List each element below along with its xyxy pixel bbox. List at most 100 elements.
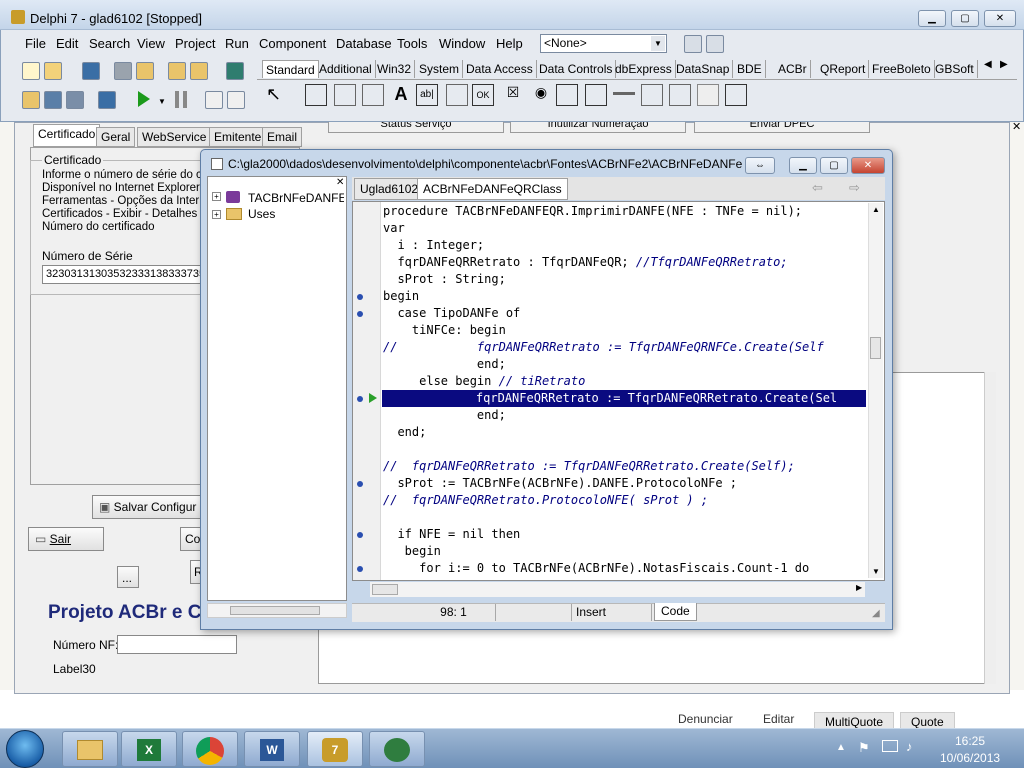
editor-close-button[interactable]: ✕: [851, 157, 885, 174]
tab-code[interactable]: Code: [654, 603, 697, 621]
start-button[interactable]: [6, 730, 44, 768]
code-line[interactable]: // fqrDANFeQRRetrato.ProtocoloNFE( sProt…: [383, 492, 708, 509]
run-icon[interactable]: [138, 91, 150, 107]
tab-webservice[interactable]: WebService: [137, 127, 212, 147]
denunciar-link[interactable]: Denunciar: [678, 712, 733, 726]
view-form-icon[interactable]: [44, 91, 62, 109]
clock-time[interactable]: 16:25: [955, 734, 985, 748]
scroll-up-icon[interactable]: ▲: [872, 205, 880, 214]
menu-search[interactable]: Search: [89, 36, 130, 51]
code-line[interactable]: begin: [383, 543, 441, 560]
editor-minimize-button[interactable]: ▁: [789, 157, 817, 174]
word-taskbar-button[interactable]: W: [244, 731, 300, 767]
save-desktop-icon[interactable]: [684, 35, 702, 53]
back-icon[interactable]: ⇦: [812, 180, 823, 196]
palette-tab-freeboleto[interactable]: FreeBoleto: [869, 60, 935, 78]
code-line[interactable]: i : Integer;: [383, 237, 484, 254]
toggle-form-unit-icon[interactable]: [66, 91, 84, 109]
explorer-close-icon[interactable]: ✕: [336, 177, 344, 188]
exit-button[interactable]: ▭ Sair: [28, 527, 104, 551]
scrollbar-icon[interactable]: [613, 92, 635, 98]
expand-icon[interactable]: +: [212, 192, 221, 201]
line-marker-icon[interactable]: [357, 566, 363, 572]
palette-tab-win32[interactable]: Win32: [374, 60, 416, 78]
new-form-icon[interactable]: [98, 91, 116, 109]
menu-project[interactable]: Project: [175, 36, 215, 51]
code-line[interactable]: for i:= 0 to TACBrNFe(ACBrNFe).NotasFisc…: [383, 560, 809, 577]
serial-number-input[interactable]: 32303131303532333138333735: [42, 265, 202, 284]
save-config-button[interactable]: ▣ Salvar Configur: [92, 495, 202, 519]
code-line[interactable]: // fqrDANFeQRRetrato := TfqrDANFeQRRetra…: [383, 458, 795, 475]
palette-tab-data-access[interactable]: Data Access: [463, 60, 537, 78]
network-icon[interactable]: [882, 740, 898, 752]
code-explorer[interactable]: [207, 176, 347, 601]
dock-icon[interactable]: ⇔: [745, 157, 775, 174]
frames-icon[interactable]: [305, 84, 327, 106]
listbox-icon[interactable]: [556, 84, 578, 106]
tree-item-class[interactable]: TACBrNFeDANFEQR: [248, 191, 344, 205]
palette-tab-datasnap[interactable]: DataSnap: [673, 60, 734, 78]
co-button[interactable]: Co: [180, 527, 202, 551]
tab-certificado[interactable]: Certificado: [33, 124, 101, 147]
menu-tools[interactable]: Tools: [397, 36, 427, 51]
memo-icon[interactable]: [446, 84, 468, 106]
memo-scrollbar[interactable]: [984, 372, 996, 684]
tab-acbrnfedanfeqrclass[interactable]: ACBrNFeDANFeQRClass: [417, 178, 568, 200]
run-dropdown-icon[interactable]: ▼: [158, 97, 166, 106]
tree-item-uses[interactable]: Uses: [248, 207, 275, 221]
code-line[interactable]: // fqrDANFeQRRetrato := TfqrDANFeQRNFCe.…: [383, 339, 824, 356]
open-project-icon[interactable]: [136, 62, 154, 80]
close-button[interactable]: ✕: [984, 10, 1016, 27]
palette-tab-data-controls[interactable]: Data Controls: [536, 60, 617, 78]
hscroll-thumb[interactable]: [372, 584, 398, 595]
editor-maximize-button[interactable]: ▢: [820, 157, 848, 174]
code-line[interactable]: procedure TACBrNFeDANFEQR.ImprimirDANFE(…: [383, 203, 802, 220]
scroll-right-icon[interactable]: ▶: [856, 583, 862, 592]
trace-into-icon[interactable]: [205, 91, 223, 109]
palette-tab-system[interactable]: System: [416, 60, 464, 78]
desktop-combo[interactable]: <None> ▼: [540, 34, 667, 53]
remove-file-icon[interactable]: [190, 62, 208, 80]
explorer-taskbar-button[interactable]: [62, 731, 118, 767]
code-vscrollbar[interactable]: [868, 203, 883, 578]
code-gutter[interactable]: [353, 202, 381, 580]
tray-arrow-icon[interactable]: ▲: [836, 742, 846, 753]
menu-view[interactable]: View: [137, 36, 165, 51]
panel-icon[interactable]: [697, 84, 719, 106]
open-icon[interactable]: [44, 62, 62, 80]
resize-grip-icon[interactable]: ◢: [872, 608, 880, 619]
new-icon[interactable]: [22, 62, 40, 80]
line-marker-icon[interactable]: [357, 396, 363, 402]
code-line[interactable]: end;: [383, 424, 426, 441]
code-line[interactable]: tiNFCe: begin: [383, 322, 506, 339]
expand-icon[interactable]: +: [212, 210, 221, 219]
nf-input[interactable]: [117, 635, 237, 654]
palette-tab-bde[interactable]: BDE: [734, 60, 766, 78]
label-icon[interactable]: A: [390, 84, 412, 106]
save-icon[interactable]: [82, 62, 100, 80]
code-line[interactable]: var: [383, 220, 405, 237]
debug-desktop-icon[interactable]: [706, 35, 724, 53]
code-line[interactable]: begin: [383, 288, 419, 305]
tab-uglad6102[interactable]: Uglad6102: [354, 178, 425, 200]
step-over-icon[interactable]: [227, 91, 245, 109]
excel-taskbar-button[interactable]: X: [121, 731, 177, 767]
line-marker-icon[interactable]: [357, 294, 363, 300]
save-all-icon[interactable]: [114, 62, 132, 80]
menu-help[interactable]: Help: [496, 36, 523, 51]
palette-tab-standard[interactable]: Standard: [262, 60, 319, 78]
menu-database[interactable]: Database: [336, 36, 392, 51]
palette-tab-acbr[interactable]: ACBr: [775, 60, 811, 78]
volume-icon[interactable]: ♪: [906, 739, 913, 754]
palette-tab-dbexpress[interactable]: dbExpress: [612, 60, 676, 78]
view-unit-icon[interactable]: [22, 91, 40, 109]
tab-emitente[interactable]: Emitente: [209, 127, 267, 147]
checkbox-icon[interactable]: ☒: [502, 84, 524, 106]
maximize-button[interactable]: ▢: [951, 10, 979, 27]
palette-tab-gbsoft[interactable]: GBSoft: [932, 60, 978, 78]
menu-component[interactable]: Component: [259, 36, 326, 51]
delphi-taskbar-button[interactable]: 7: [307, 731, 363, 767]
vscroll-thumb[interactable]: [870, 337, 881, 359]
line-marker-icon[interactable]: [357, 311, 363, 317]
line-marker-icon[interactable]: [357, 481, 363, 487]
